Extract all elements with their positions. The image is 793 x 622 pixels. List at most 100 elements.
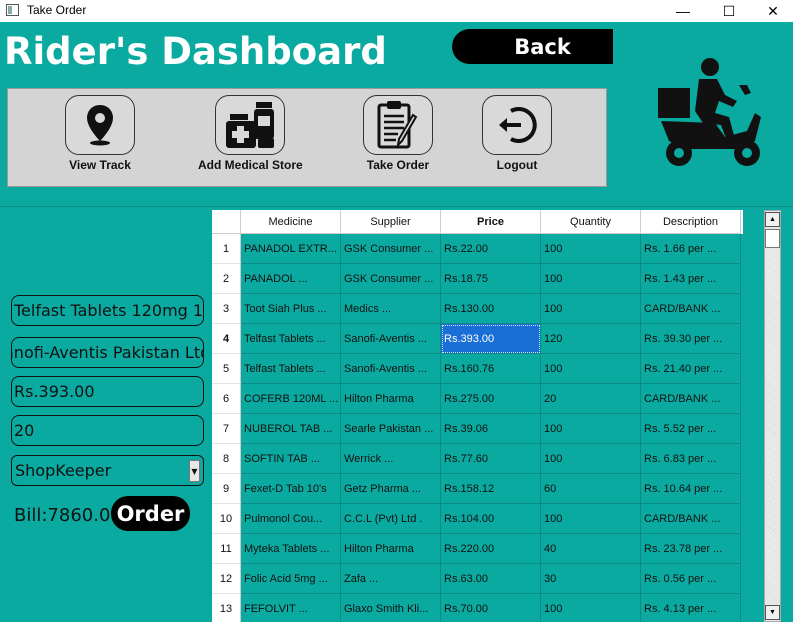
cell-supplier[interactable]: Hilton Pharma (341, 384, 441, 414)
cell-description[interactable]: Rs. 6.83 per ... (641, 444, 741, 474)
row-number[interactable]: 1 (212, 234, 241, 264)
column-header-quantity[interactable]: Quantity (541, 210, 641, 234)
row-number[interactable]: 2 (212, 264, 241, 294)
cell-medicine[interactable]: Folic Acid 5mg ... (241, 564, 341, 594)
add-medical-store-button[interactable]: Add Medical Store (198, 95, 303, 172)
maximize-button[interactable]: ☐ (706, 0, 752, 22)
quantity-field[interactable]: 20 (11, 415, 204, 446)
cell-medicine[interactable]: PANADOL EXTR... (241, 234, 341, 264)
cell-description[interactable]: Rs. 5.52 per ... (641, 414, 741, 444)
cell-medicine[interactable]: FEFOLVIT ... (241, 594, 341, 622)
minimize-button[interactable]: — (660, 0, 706, 22)
table-row[interactable]: 7 NUBEROL TAB ... Searle Pakistan ... Rs.39… (212, 414, 743, 444)
row-number[interactable]: 10 (212, 504, 241, 534)
cell-quantity[interactable]: 30 (541, 564, 641, 594)
row-number[interactable]: 11 (212, 534, 241, 564)
row-number[interactable]: 5 (212, 354, 241, 384)
cell-supplier[interactable]: GSK Consumer ... (341, 234, 441, 264)
cell-supplier[interactable]: Medics ... (341, 294, 441, 324)
cell-description[interactable]: Rs. 39.30 per ... (641, 324, 741, 354)
cell-price[interactable]: Rs.70.00 (441, 594, 541, 622)
table-row[interactable]: 3 Toot Siah Plus ... Medics ... Rs.130.00 10… (212, 294, 743, 324)
cell-supplier[interactable]: Glaxo Smith Kli... (341, 594, 441, 622)
cell-description[interactable]: CARD/BANK ... (641, 294, 741, 324)
table-row[interactable]: 8 SOFTIN TAB ... Werrick ... Rs.77.60 100 Rs.… (212, 444, 743, 474)
cell-supplier[interactable]: Sanofi-Aventis ... (341, 354, 441, 384)
cell-medicine[interactable]: Myteka Tablets ... (241, 534, 341, 564)
cell-quantity[interactable]: 100 (541, 594, 641, 622)
cell-price[interactable]: Rs.275.00 (441, 384, 541, 414)
cell-supplier[interactable]: GSK Consumer ... (341, 264, 441, 294)
order-button[interactable]: Order (111, 496, 190, 531)
cell-description[interactable]: Rs. 21.40 per ... (641, 354, 741, 384)
row-number[interactable]: 6 (212, 384, 241, 414)
cell-price[interactable]: Rs.158.12 (441, 474, 541, 504)
cell-medicine[interactable]: Toot Siah Plus ... (241, 294, 341, 324)
medicine-field[interactable]: Telfast Tablets 120mg 10s (11, 295, 204, 326)
cell-quantity[interactable]: 100 (541, 234, 641, 264)
cell-price[interactable]: Rs.22.00 (441, 234, 541, 264)
cell-quantity[interactable]: 100 (541, 264, 641, 294)
cell-description[interactable]: CARD/BANK ... (641, 384, 741, 414)
cell-price[interactable]: Rs.63.00 (441, 564, 541, 594)
cell-quantity[interactable]: 60 (541, 474, 641, 504)
table-row[interactable]: 1 PANADOL EXTR... GSK Consumer ... Rs.22.00… (212, 234, 743, 264)
customer-type-select[interactable]: ShopKeeper ▼ (11, 455, 204, 486)
cell-supplier[interactable]: Zafa ... (341, 564, 441, 594)
cell-quantity[interactable]: 100 (541, 414, 641, 444)
cell-price[interactable]: Rs.220.00 (441, 534, 541, 564)
cell-quantity[interactable]: 100 (541, 504, 641, 534)
column-header-price[interactable]: Price (441, 210, 541, 234)
cell-price[interactable]: Rs.77.60 (441, 444, 541, 474)
cell-description[interactable]: Rs. 23.78 per ... (641, 534, 741, 564)
cell-medicine[interactable]: Telfast Tablets ... (241, 324, 341, 354)
price-field[interactable]: Rs.393.00 (11, 376, 204, 407)
cell-supplier[interactable]: Getz Pharma ... (341, 474, 441, 504)
cell-supplier[interactable]: Searle Pakistan ... (341, 414, 441, 444)
column-header-medicine[interactable]: Medicine (241, 210, 341, 234)
cell-medicine[interactable]: SOFTIN TAB ... (241, 444, 341, 474)
cell-medicine[interactable]: Telfast Tablets ... (241, 354, 341, 384)
cell-quantity[interactable]: 40 (541, 534, 641, 564)
table-row[interactable]: 11 Myteka Tablets ... Hilton Pharma Rs.220.… (212, 534, 743, 564)
row-number[interactable]: 8 (212, 444, 241, 474)
row-number[interactable]: 9 (212, 474, 241, 504)
cell-medicine[interactable]: NUBEROL TAB ... (241, 414, 341, 444)
chevron-down-icon[interactable]: ▼ (189, 460, 200, 482)
table-row[interactable]: 2 PANADOL ... GSK Consumer ... Rs.18.75 100 R… (212, 264, 743, 294)
table-row[interactable]: 6 COFERB 120ML ... Hilton Pharma Rs.275.00 2… (212, 384, 743, 414)
take-order-button[interactable]: Take Order (363, 95, 433, 172)
row-number[interactable]: 13 (212, 594, 241, 622)
cell-quantity[interactable]: 100 (541, 444, 641, 474)
view-track-button[interactable]: View Track (64, 95, 136, 172)
table-row[interactable]: 13 FEFOLVIT ... Glaxo Smith Kli... Rs.70.00… (212, 594, 743, 622)
cell-medicine[interactable]: Fexet-D Tab 10's (241, 474, 341, 504)
cell-price[interactable]: Rs.160.76 (441, 354, 541, 384)
row-number[interactable]: 7 (212, 414, 241, 444)
table-row[interactable]: 9 Fexet-D Tab 10's Getz Pharma ... Rs.158.1… (212, 474, 743, 504)
cell-medicine[interactable]: COFERB 120ML ... (241, 384, 341, 414)
scroll-down-icon[interactable]: ▼ (765, 605, 780, 620)
cell-supplier[interactable]: Werrick ... (341, 444, 441, 474)
row-number[interactable]: 3 (212, 294, 241, 324)
cell-description[interactable]: Rs. 1.66 per ... (641, 234, 741, 264)
cell-price[interactable]: Rs.130.00 (441, 294, 541, 324)
cell-medicine[interactable]: PANADOL ... (241, 264, 341, 294)
logout-button[interactable]: Logout (482, 95, 552, 172)
close-button[interactable]: ✕ (750, 0, 793, 22)
cell-supplier[interactable]: Hilton Pharma (341, 534, 441, 564)
cell-price[interactable]: Rs.104.00 (441, 504, 541, 534)
cell-quantity[interactable]: 120 (541, 324, 641, 354)
cell-description[interactable]: CARD/BANK ... (641, 504, 741, 534)
column-header-supplier[interactable]: Supplier (341, 210, 441, 234)
cell-quantity[interactable]: 100 (541, 354, 641, 384)
cell-medicine[interactable]: Pulmonol Cou... (241, 504, 341, 534)
cell-supplier[interactable]: C.C.L (Pvt) Ltd . (341, 504, 441, 534)
scroll-up-icon[interactable]: ▲ (765, 212, 780, 227)
back-button[interactable]: Back (452, 29, 613, 64)
cell-description[interactable]: Rs. 4.13 per ... (641, 594, 741, 622)
row-number[interactable]: 12 (212, 564, 241, 594)
scrollbar-thumb[interactable] (765, 229, 780, 248)
cell-description[interactable]: Rs. 0.56 per ... (641, 564, 741, 594)
cell-description[interactable]: Rs. 1.43 per ... (641, 264, 741, 294)
